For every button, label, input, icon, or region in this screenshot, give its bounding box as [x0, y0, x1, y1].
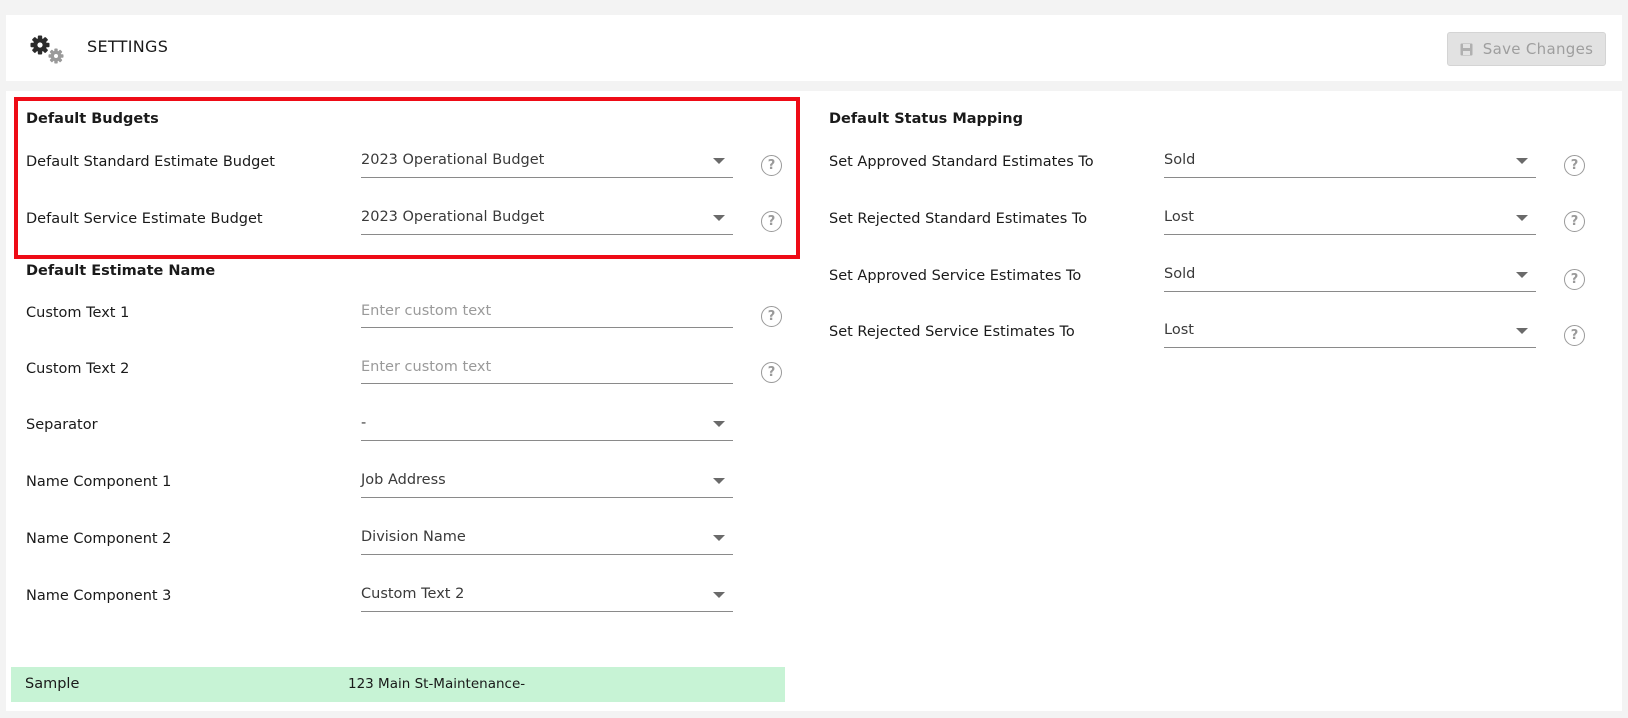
- approved-service-estimates-select[interactable]: Sold: [1164, 258, 1536, 292]
- save-changes-label: Save Changes: [1482, 40, 1594, 58]
- default-budgets-title: Default Budgets: [26, 111, 159, 127]
- help-icon[interactable]: ?: [1564, 269, 1585, 290]
- name-component-3-label: Name Component 3: [26, 588, 172, 604]
- separator-label: Separator: [26, 417, 98, 433]
- save-changes-button[interactable]: Save Changes: [1447, 32, 1606, 66]
- sample-label: Sample: [25, 676, 80, 692]
- approved-standard-estimates-value: Sold: [1164, 152, 1196, 168]
- chevron-down-icon: [713, 158, 725, 164]
- default-status-mapping-title: Default Status Mapping: [829, 111, 1023, 127]
- help-icon[interactable]: ?: [761, 362, 782, 383]
- standard-estimate-budget-value: 2023 Operational Budget: [361, 152, 545, 168]
- rejected-standard-estimates-value: Lost: [1164, 209, 1194, 225]
- chevron-down-icon: [1516, 215, 1528, 221]
- name-component-3-select[interactable]: Custom Text 2: [361, 578, 733, 612]
- rejected-service-estimates-select[interactable]: Lost: [1164, 314, 1536, 348]
- separator-value: -: [361, 415, 367, 431]
- custom-text-1-input[interactable]: [361, 294, 733, 328]
- rejected-service-estimates-label: Set Rejected Service Estimates To: [829, 324, 1075, 340]
- help-icon[interactable]: ?: [1564, 325, 1585, 346]
- chevron-down-icon: [713, 478, 725, 484]
- standard-estimate-budget-select[interactable]: 2023 Operational Budget: [361, 144, 733, 178]
- service-estimate-budget-label: Default Service Estimate Budget: [26, 211, 263, 227]
- separator-select[interactable]: -: [361, 407, 733, 441]
- name-component-1-label: Name Component 1: [26, 474, 172, 490]
- help-icon[interactable]: ?: [761, 211, 782, 232]
- custom-text-1-label: Custom Text 1: [26, 305, 130, 321]
- sample-bar: Sample 123 Main St-Maintenance-: [11, 667, 785, 702]
- help-icon[interactable]: ?: [761, 306, 782, 327]
- chevron-down-icon: [713, 421, 725, 427]
- approved-standard-estimates-label: Set Approved Standard Estimates To: [829, 154, 1094, 170]
- approved-service-estimates-label: Set Approved Service Estimates To: [829, 268, 1082, 284]
- chevron-down-icon: [1516, 158, 1528, 164]
- name-component-2-label: Name Component 2: [26, 531, 172, 547]
- default-estimate-name-title: Default Estimate Name: [26, 263, 216, 279]
- chevron-down-icon: [713, 592, 725, 598]
- approved-standard-estimates-select[interactable]: Sold: [1164, 144, 1536, 178]
- name-component-2-value: Division Name: [361, 529, 466, 545]
- name-component-1-select[interactable]: Job Address: [361, 464, 733, 498]
- chevron-down-icon: [1516, 328, 1528, 334]
- page-title: SETTINGS: [87, 37, 169, 56]
- rejected-standard-estimates-select[interactable]: Lost: [1164, 201, 1536, 235]
- chevron-down-icon: [713, 535, 725, 541]
- name-component-2-select[interactable]: Division Name: [361, 521, 733, 555]
- chevron-down-icon: [713, 215, 725, 221]
- settings-header: SETTINGS Save Changes: [6, 15, 1622, 81]
- service-estimate-budget-select[interactable]: 2023 Operational Budget: [361, 201, 733, 235]
- chevron-down-icon: [1516, 272, 1528, 278]
- sample-value: 123 Main St-Maintenance-: [348, 676, 526, 692]
- rejected-service-estimates-value: Lost: [1164, 322, 1194, 338]
- help-icon[interactable]: ?: [761, 155, 782, 176]
- name-component-3-value: Custom Text 2: [361, 586, 465, 602]
- rejected-standard-estimates-label: Set Rejected Standard Estimates To: [829, 211, 1088, 227]
- custom-text-2-label: Custom Text 2: [26, 361, 130, 377]
- gears-icon: [30, 35, 64, 64]
- settings-panel: Default Budgets Default Standard Estimat…: [6, 91, 1622, 711]
- standard-estimate-budget-label: Default Standard Estimate Budget: [26, 154, 275, 170]
- name-component-1-value: Job Address: [361, 472, 446, 488]
- approved-service-estimates-value: Sold: [1164, 266, 1196, 282]
- help-icon[interactable]: ?: [1564, 211, 1585, 232]
- help-icon[interactable]: ?: [1564, 155, 1585, 176]
- custom-text-2-input[interactable]: [361, 350, 733, 384]
- service-estimate-budget-value: 2023 Operational Budget: [361, 209, 545, 225]
- floppy-disk-icon: [1460, 43, 1473, 55]
